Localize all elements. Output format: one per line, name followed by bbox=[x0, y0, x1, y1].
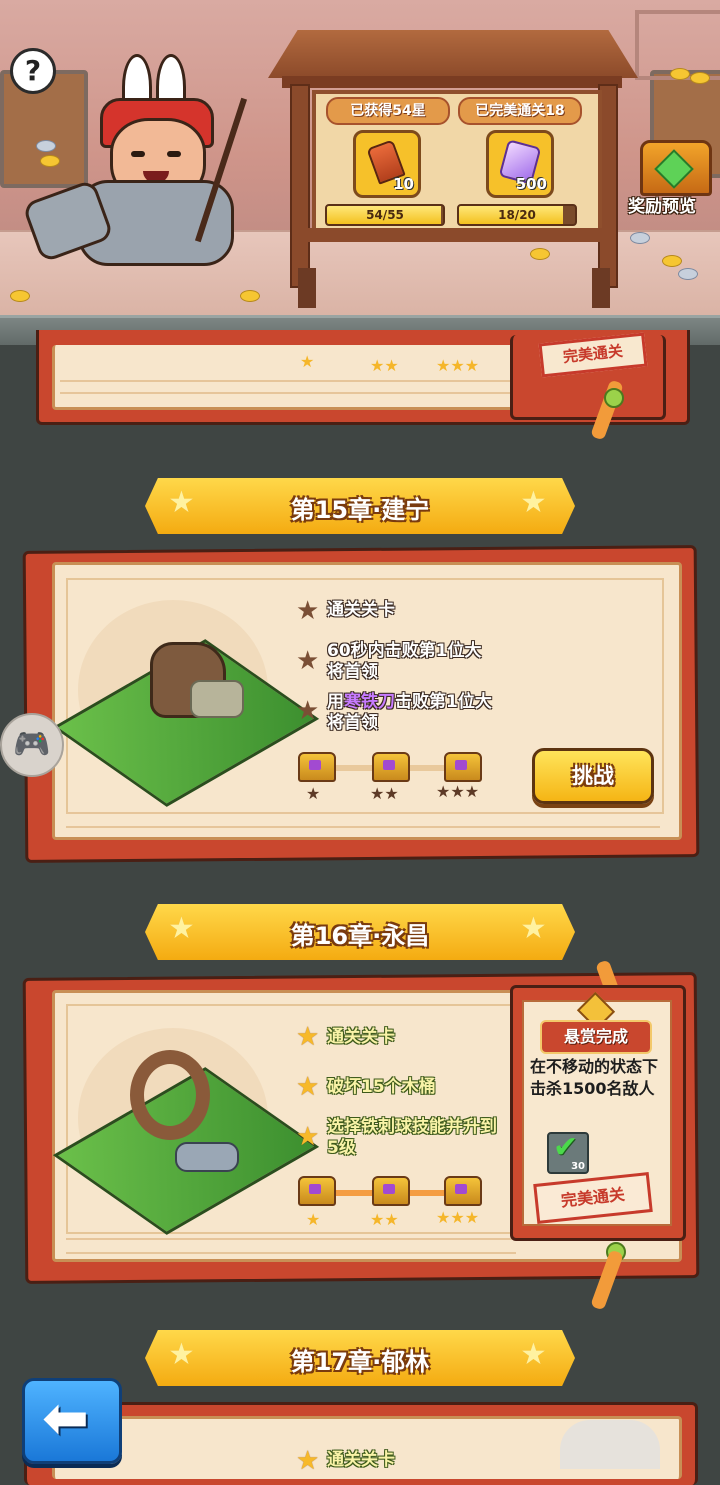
reward-chest-icon[interactable] bbox=[298, 752, 336, 782]
water-wheel bbox=[130, 1050, 210, 1140]
rock bbox=[190, 680, 244, 718]
perfect-reward-qty: 500 bbox=[515, 175, 547, 193]
objective-star: ★ bbox=[296, 1122, 320, 1152]
stars-reward-button[interactable]: 10 bbox=[353, 130, 421, 198]
gold-pile bbox=[670, 68, 690, 80]
bounty-title: 悬赏完成 bbox=[540, 1020, 652, 1054]
bead bbox=[604, 388, 624, 408]
gold-pile bbox=[690, 72, 710, 84]
pattern-strip bbox=[66, 1238, 516, 1254]
stage-art bbox=[560, 1420, 660, 1469]
board-leg bbox=[298, 268, 316, 308]
objective-star: ★ bbox=[296, 596, 320, 626]
reward-chest-icon[interactable] bbox=[444, 752, 482, 782]
perfect-reward-button[interactable]: 500 bbox=[486, 130, 554, 198]
objective-text: 通关关卡 bbox=[327, 1027, 395, 1047]
reward-chest-icon[interactable] bbox=[444, 1176, 482, 1206]
chapter-title: 第16章·永昌 bbox=[290, 922, 430, 950]
objective-text: 选择铁刺球技能并升到5级 bbox=[327, 1117, 497, 1158]
gold-coin bbox=[240, 290, 260, 302]
chest-star: ★★★ bbox=[436, 1208, 480, 1227]
reward-preview-label: 奖励预览 bbox=[628, 197, 696, 217]
objective-star: ★ bbox=[296, 1446, 320, 1476]
objective-star: ★ bbox=[296, 1072, 320, 1102]
bounty-description: 在不移动的状态下击杀1500名敌人 bbox=[530, 1057, 659, 1098]
stars-reward-qty: 10 bbox=[393, 175, 414, 193]
objective-text: 60秒内击败第1位大将首领 bbox=[327, 641, 482, 682]
perfect-clear-label: 已完美通关18 bbox=[458, 97, 582, 125]
perfect-progress-bar: 18/20 bbox=[457, 204, 577, 226]
chapter-header-scene: ? 已获得54星 已完美通关18 10 500 54/55 18/20 奖励预览 bbox=[0, 0, 720, 345]
gold-ingot bbox=[530, 248, 550, 260]
eye-right bbox=[167, 151, 181, 157]
perfect-progress-text: 18/20 bbox=[498, 208, 536, 222]
objective-text: 破坏15个木桶 bbox=[327, 1077, 436, 1097]
board-base bbox=[300, 228, 604, 242]
help-button[interactable]: ? bbox=[10, 48, 56, 94]
gamepad-icon: 🎮 bbox=[13, 727, 51, 762]
checkmark-icon: ✔ bbox=[553, 1130, 579, 1165]
board-leg bbox=[592, 268, 610, 308]
stars-progress-bar: 54/55 bbox=[325, 204, 445, 226]
soldiers bbox=[175, 1142, 239, 1172]
prev-star: ★ bbox=[300, 352, 315, 371]
objective-text: 用寒铁刀击败第1位大将首领 bbox=[327, 692, 497, 734]
eye-left bbox=[131, 151, 145, 157]
objective-star: ★ bbox=[296, 1022, 320, 1052]
question-icon: ? bbox=[24, 54, 42, 87]
pattern-strip bbox=[66, 812, 660, 828]
reward-chest-icon[interactable] bbox=[372, 752, 410, 782]
stars-progress-text: 54/55 bbox=[366, 208, 404, 222]
objective-star: ★ bbox=[296, 696, 320, 726]
back-arrow-icon: ⬅ bbox=[42, 1386, 89, 1451]
silver-coin bbox=[630, 232, 650, 244]
silver-coin bbox=[678, 268, 698, 280]
gold-coin bbox=[662, 255, 682, 267]
board-roof bbox=[268, 30, 638, 78]
chapter-title: 第17章·郁林 bbox=[290, 1348, 430, 1376]
gold-coin bbox=[10, 290, 30, 302]
objective-star: ★ bbox=[296, 646, 320, 676]
prev-star: ★★★ bbox=[436, 356, 480, 375]
challenge-button[interactable]: 挑战 bbox=[532, 748, 654, 804]
gamepad-button[interactable]: 🎮 bbox=[0, 713, 64, 777]
chest-star: ★★★ bbox=[436, 782, 480, 801]
chest-star: ★★ bbox=[370, 784, 399, 803]
reward-chest-icon[interactable] bbox=[298, 1176, 336, 1206]
chapter-title: 第15章·建宁 bbox=[290, 496, 430, 524]
chest-star: ★ bbox=[306, 784, 321, 803]
chest-star: ★★ bbox=[370, 1210, 399, 1229]
objective-text: 通关关卡 bbox=[327, 1450, 395, 1470]
reward-chest-icon[interactable] bbox=[372, 1176, 410, 1206]
weapon-highlight: 寒铁刀 bbox=[344, 692, 395, 712]
objective-text: 通关关卡 bbox=[327, 600, 395, 620]
board-beam bbox=[282, 76, 622, 88]
stars-earned-label: 已获得54星 bbox=[326, 97, 450, 125]
chest-star: ★ bbox=[306, 1210, 321, 1229]
gold-coin bbox=[40, 155, 60, 167]
board-post-left bbox=[290, 84, 310, 288]
objective-pre: 用 bbox=[327, 692, 344, 712]
prev-star: ★★ bbox=[370, 356, 399, 375]
silver-coin bbox=[36, 140, 56, 152]
